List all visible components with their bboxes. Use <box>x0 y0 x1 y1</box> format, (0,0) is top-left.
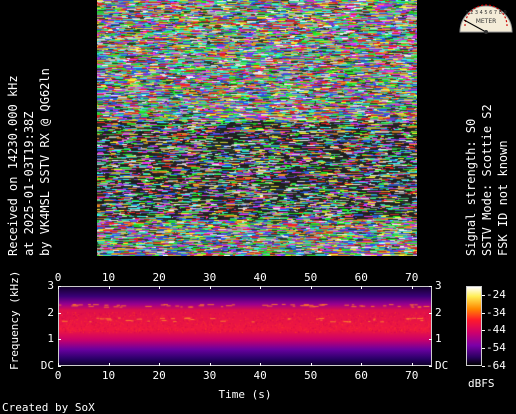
s-meter-icon: 1 2 3 4 5 6 7 8 9 METER <box>459 4 513 34</box>
y-tick-mark <box>58 339 61 341</box>
y-tick-label-right: DC <box>435 359 449 372</box>
colorbar-tick-label: -54 <box>486 341 506 355</box>
y-tick-mark-right <box>429 312 432 314</box>
x-tick-label: 60 <box>354 369 368 382</box>
x-tick-mark-top <box>361 286 363 289</box>
colorbar-tick-label: -24 <box>486 287 506 301</box>
sstv-received-image <box>97 0 417 256</box>
x-tick-label: 30 <box>202 369 217 382</box>
y-tick-label: DC <box>40 359 54 372</box>
y-tick-label: 2 <box>47 305 54 319</box>
signal-strength-text: Signal strength: S0 <box>464 118 478 256</box>
colorbar-tick-label: -44 <box>486 323 506 337</box>
y-tick-mark <box>58 366 61 367</box>
x-tick-label: 10 <box>101 369 116 382</box>
x-tick-label-top: 70 <box>405 271 419 284</box>
colorbar-tick-mark <box>482 294 485 296</box>
meter-scale: 1 2 3 4 5 6 7 8 9 <box>465 10 506 16</box>
x-tick-label-top: 50 <box>304 271 318 284</box>
x-tick-mark-top <box>411 286 413 289</box>
y-tick-mark-right <box>429 339 432 341</box>
x-tick-mark-top <box>159 286 161 289</box>
y-tick-mark <box>58 312 61 314</box>
received-frequency-text: Received on 14230.000 kHz <box>6 75 20 256</box>
x-tick-mark-top <box>108 286 110 289</box>
y-tick-label: 3 <box>47 279 54 292</box>
x-tick-mark <box>159 363 161 366</box>
colorbar-tick-mark <box>482 312 485 314</box>
x-tick-label-top: 30 <box>202 271 217 284</box>
x-tick-mark-top <box>310 286 312 289</box>
y-tick-mark-right <box>429 286 432 287</box>
x-tick-mark <box>411 363 413 366</box>
y-tick-label-right: 1 <box>435 332 442 346</box>
colorbar-tick-mark <box>482 330 485 332</box>
colorbar <box>466 286 482 366</box>
receiver-station-text: by VK4MSL SSTV RX @ QG62ln <box>38 68 52 256</box>
credit-text: Created by SoX <box>2 401 95 414</box>
meter-label: METER <box>476 18 497 25</box>
x-tick-mark-top <box>260 286 262 289</box>
spectrogram-panel <box>58 286 432 366</box>
x-tick-mark <box>361 363 363 366</box>
x-tick-label-top: 10 <box>101 271 116 284</box>
x-tick-label-top: 40 <box>253 271 267 284</box>
received-time-text: at 2025-01-03T19:38Z <box>22 111 36 257</box>
fsk-id-text: FSK ID not known <box>496 140 510 256</box>
y-tick-mark <box>58 286 61 287</box>
x-axis-label: Time (s) <box>218 388 272 401</box>
x-tick-mark <box>310 363 312 366</box>
colorbar-tick-label: -34 <box>486 305 506 319</box>
x-tick-mark <box>260 363 262 366</box>
x-tick-label: 20 <box>152 369 166 382</box>
x-tick-mark <box>108 363 110 366</box>
x-tick-mark-top <box>209 286 211 289</box>
colorbar-tick-label: -64 <box>486 359 506 372</box>
colorbar-tick-mark <box>482 366 485 367</box>
spectrogram-canvas <box>59 287 431 365</box>
y-tick-label: 1 <box>47 332 54 346</box>
x-tick-mark <box>209 363 211 366</box>
y-tick-label-right: 2 <box>435 305 442 319</box>
x-tick-label: 50 <box>304 369 318 382</box>
x-tick-label-top: 60 <box>354 271 368 284</box>
sstv-mode-text: SSTV Mode: Scottie S2 <box>480 104 494 256</box>
y-tick-mark-right <box>429 366 432 367</box>
colorbar-label: dBFS <box>468 377 495 390</box>
x-tick-label: 70 <box>405 369 419 382</box>
y-axis-label: Frequency (kHz) <box>8 270 21 370</box>
x-tick-label-top: 20 <box>152 271 166 284</box>
y-tick-label-right: 3 <box>435 279 442 292</box>
colorbar-tick-mark <box>482 348 485 350</box>
x-tick-label: 40 <box>253 369 267 382</box>
